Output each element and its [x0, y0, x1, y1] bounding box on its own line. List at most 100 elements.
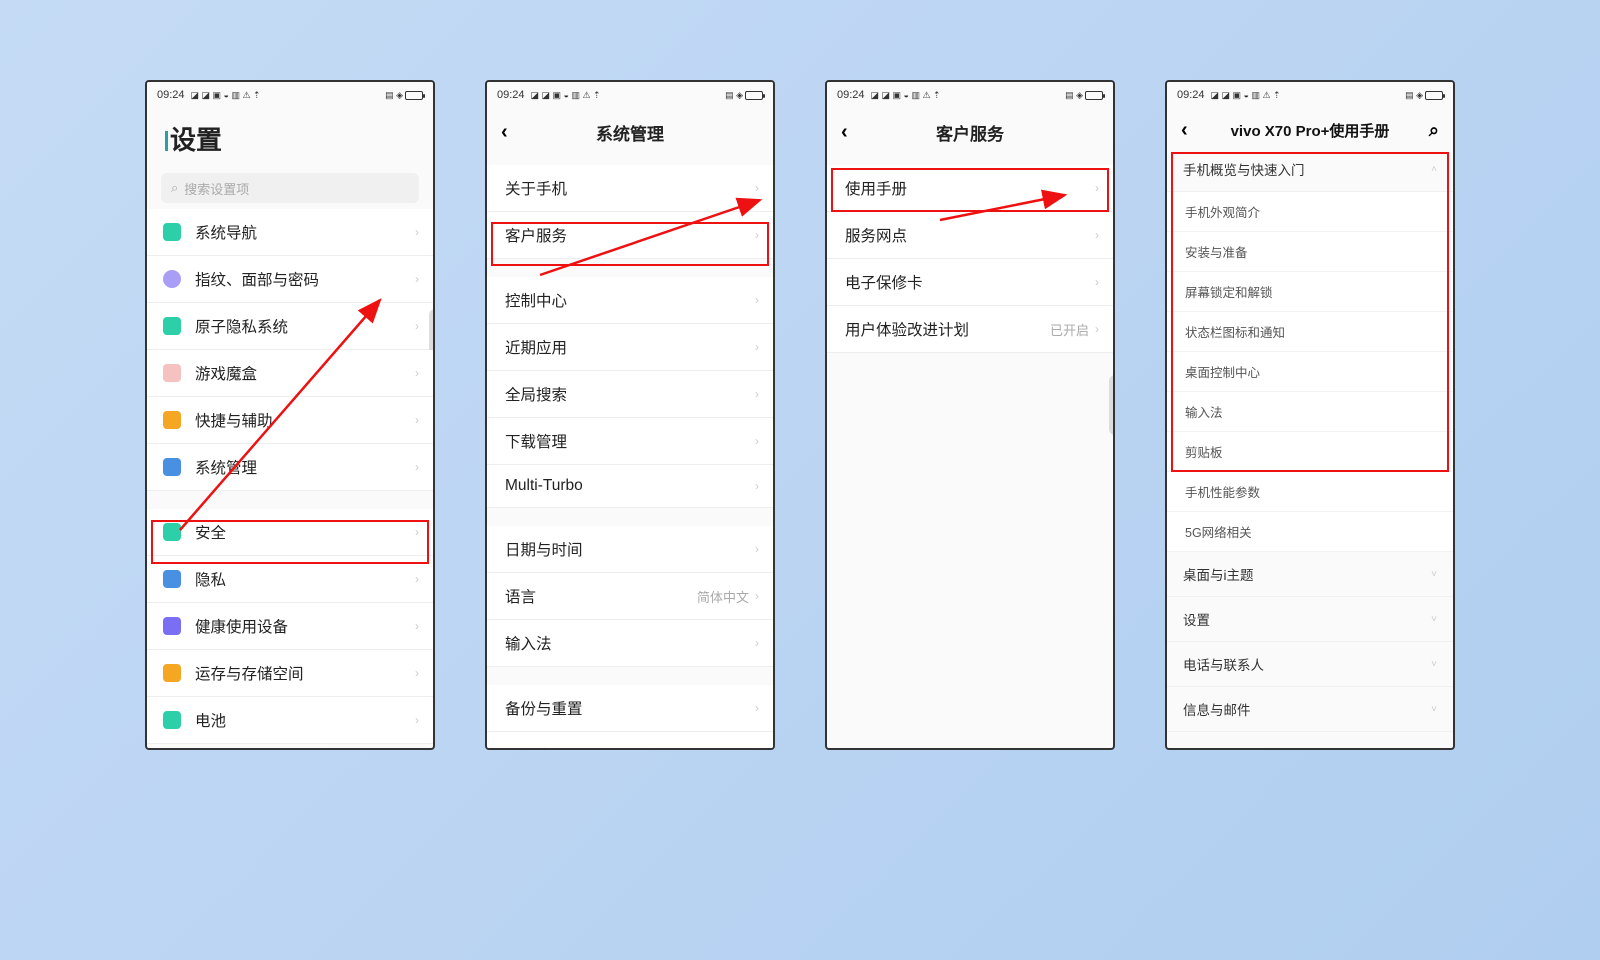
manual-list[interactable]: 手机概览与快速入门˄ 手机外观简介 安装与准备 屏幕锁定和解锁 状态栏图标和通知… — [1167, 147, 1453, 748]
chevron-right-icon: › — [415, 319, 419, 333]
chevron-right-icon: › — [755, 181, 759, 195]
row-digital-wellbeing[interactable]: 健康使用设备› — [147, 603, 433, 650]
system-list[interactable]: 关于手机› 客户服务› 控制中心› 近期应用› 全局搜索› 下载管理› Mult… — [487, 155, 773, 748]
status-bar: 09:24◪ ◪ ▣ ◒ ▥ ⚠ ⇡ ▤ ◈ — [1167, 82, 1453, 106]
row-global-search[interactable]: 全局搜索› — [487, 371, 773, 418]
row-fingerprint[interactable]: 指纹、面部与密码› — [147, 256, 433, 303]
sub-ime[interactable]: 输入法 — [1167, 392, 1453, 432]
status-right-icons: ▤ ◈ — [385, 91, 403, 100]
row-download-manager[interactable]: 下载管理› — [487, 418, 773, 465]
sub-lock[interactable]: 屏幕锁定和解锁 — [1167, 272, 1453, 312]
sub-statusbar[interactable]: 状态栏图标和通知 — [1167, 312, 1453, 352]
chevron-up-icon: ˄ — [1431, 164, 1437, 175]
screen-settings: 09:24 ◪ ◪ ▣ ◒ ▥ ⚠ ⇡ ▤ ◈ 设置 ⌕ 搜索设置项 系统导航› … — [145, 80, 435, 750]
title-bar: 设置 — [147, 106, 433, 167]
section-messages-mail[interactable]: 信息与邮件˅ — [1167, 687, 1453, 732]
chevron-right-icon: › — [755, 479, 759, 493]
row-storage[interactable]: 运存与存储空间› — [147, 650, 433, 697]
sub-5g[interactable]: 5G网络相关 — [1167, 512, 1453, 552]
row-game-box[interactable]: 游戏魔盒› — [147, 350, 433, 397]
row-uxp[interactable]: 用户体验改进计划已开启› — [827, 306, 1113, 353]
status-bar: 09:24◪ ◪ ▣ ◒ ▥ ⚠ ⇡ ▤ ◈ — [827, 82, 1113, 106]
chevron-right-icon: › — [415, 460, 419, 474]
chevron-right-icon: › — [755, 542, 759, 556]
chevron-right-icon: › — [755, 293, 759, 307]
status-time: 09:24 — [157, 89, 185, 101]
title-bar: ‹ vivo X70 Pro+使用手册 ⌕ — [1167, 106, 1453, 147]
service-list[interactable]: 使用手册› 服务网点› 电子保修卡› 用户体验改进计划已开启› — [827, 155, 1113, 748]
status-tray-icons: ◪ ◪ ▣ ◒ ▥ ⚠ ⇡ — [531, 91, 601, 100]
settings-list[interactable]: 系统导航› 指纹、面部与密码› 原子隐私系统› 游戏魔盒› 快捷与辅助› 系统管… — [147, 209, 433, 748]
chevron-right-icon: › — [415, 413, 419, 427]
page-title: 系统管理 — [596, 120, 664, 145]
chevron-down-icon: ˅ — [1431, 569, 1437, 580]
chevron-right-icon: › — [1095, 181, 1099, 195]
row-privacy[interactable]: 隐私› — [147, 556, 433, 603]
chevron-right-icon: › — [415, 525, 419, 539]
row-security[interactable]: 安全› — [147, 509, 433, 556]
screen-customer-service: 09:24◪ ◪ ▣ ◒ ▥ ⚠ ⇡ ▤ ◈ ‹ 客户服务 使用手册› 服务网点… — [825, 80, 1115, 750]
battery-icon — [405, 91, 423, 100]
status-tray-icons: ◪ ◪ ▣ ◒ ▥ ⚠ ⇡ — [191, 91, 261, 100]
row-date-time[interactable]: 日期与时间› — [487, 526, 773, 573]
section-desktop-theme[interactable]: 桌面与i主题˅ — [1167, 552, 1453, 597]
row-user-manual[interactable]: 使用手册› — [827, 165, 1113, 212]
chevron-right-icon: › — [1095, 228, 1099, 242]
sub-install[interactable]: 安装与准备 — [1167, 232, 1453, 272]
battery-icon — [1425, 91, 1443, 100]
section-tools[interactable]: 工具˅ — [1167, 732, 1453, 748]
title-bar: ‹ 客户服务 — [827, 106, 1113, 155]
row-value: 简体中文 — [697, 587, 749, 606]
row-privacy-system[interactable]: 原子隐私系统› — [147, 303, 433, 350]
sub-clipboard[interactable]: 剪贴板 — [1167, 432, 1453, 472]
search-icon[interactable]: ⌕ — [1429, 120, 1439, 141]
row-system-navigation[interactable]: 系统导航› — [147, 209, 433, 256]
search-icon: ⌕ — [171, 180, 178, 196]
search-placeholder: 搜索设置项 — [184, 179, 249, 198]
page-title: 客户服务 — [936, 120, 1004, 145]
chevron-right-icon: › — [1095, 275, 1099, 289]
chevron-right-icon: › — [415, 713, 419, 727]
chevron-right-icon: › — [415, 619, 419, 633]
title-bar: ‹ 系统管理 — [487, 106, 773, 155]
row-shortcuts[interactable]: 快捷与辅助› — [147, 397, 433, 444]
chevron-right-icon: › — [755, 387, 759, 401]
screen-user-manual: 09:24◪ ◪ ▣ ◒ ▥ ⚠ ⇡ ▤ ◈ ‹ vivo X70 Pro+使用… — [1165, 80, 1455, 750]
status-right-icons: ▤ ◈ — [1065, 91, 1083, 100]
row-value: 已开启 — [1050, 320, 1089, 339]
row-control-center[interactable]: 控制中心› — [487, 277, 773, 324]
chevron-down-icon: ˅ — [1431, 704, 1437, 715]
sub-appearance[interactable]: 手机外观简介 — [1167, 192, 1453, 232]
back-button[interactable]: ‹ — [841, 121, 848, 144]
chevron-right-icon: › — [755, 340, 759, 354]
row-system-management[interactable]: 系统管理› — [147, 444, 433, 491]
row-recent-apps[interactable]: 近期应用› — [487, 324, 773, 371]
chevron-right-icon: › — [415, 366, 419, 380]
search-input[interactable]: ⌕ 搜索设置项 — [161, 173, 419, 203]
row-phone-clone[interactable]: 一键换机› — [487, 732, 773, 748]
back-button[interactable]: ‹ — [501, 121, 508, 144]
chevron-right-icon: › — [755, 589, 759, 603]
row-backup-reset[interactable]: 备份与重置› — [487, 685, 773, 732]
chevron-right-icon: › — [755, 636, 759, 650]
chevron-right-icon: › — [415, 572, 419, 586]
row-service-points[interactable]: 服务网点› — [827, 212, 1113, 259]
chevron-right-icon: › — [415, 225, 419, 239]
row-warranty-card[interactable]: 电子保修卡› — [827, 259, 1113, 306]
section-phone-contacts[interactable]: 电话与联系人˅ — [1167, 642, 1453, 687]
chevron-down-icon: ˅ — [1431, 659, 1437, 670]
sub-control-center[interactable]: 桌面控制中心 — [1167, 352, 1453, 392]
row-ime[interactable]: 输入法› — [487, 620, 773, 667]
back-button[interactable]: ‹ — [1181, 119, 1188, 142]
row-battery[interactable]: 电池› — [147, 697, 433, 744]
row-about-phone[interactable]: 关于手机› — [487, 165, 773, 212]
row-customer-service[interactable]: 客户服务› — [487, 212, 773, 259]
sub-specs[interactable]: 手机性能参数 — [1167, 472, 1453, 512]
row-multi-turbo[interactable]: Multi-Turbo› — [487, 465, 773, 508]
row-language[interactable]: 语言简体中文› — [487, 573, 773, 620]
chevron-down-icon: ˅ — [1431, 614, 1437, 625]
section-overview[interactable]: 手机概览与快速入门˄ — [1167, 147, 1453, 192]
status-tray-icons: ◪ ◪ ▣ ◒ ▥ ⚠ ⇡ — [871, 91, 941, 100]
section-settings[interactable]: 设置˅ — [1167, 597, 1453, 642]
screen-system-management: 09:24◪ ◪ ▣ ◒ ▥ ⚠ ⇡ ▤ ◈ ‹ 系统管理 关于手机› 客户服务… — [485, 80, 775, 750]
